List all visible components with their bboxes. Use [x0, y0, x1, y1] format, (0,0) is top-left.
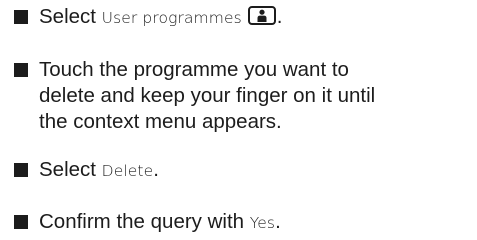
step-4-prefix: Confirm the query with	[39, 210, 250, 233]
step-2-text: Touch the programme you want to delete a…	[39, 57, 375, 135]
bullet-marker	[14, 10, 28, 24]
user-icon	[247, 6, 276, 25]
step-3-text: Select Delete.	[39, 157, 159, 184]
bullet-marker	[14, 163, 28, 177]
bullet-marker	[14, 63, 28, 77]
step-2-line-2: delete and keep your finger on it until	[39, 84, 376, 107]
step-1-suffix: .	[276, 5, 283, 28]
step-3-prefix: Select	[39, 158, 102, 181]
step-3-suffix: .	[153, 158, 159, 181]
step-1-text: Select User programmes.	[39, 4, 282, 31]
bullet-marker	[14, 215, 28, 229]
step-2-line-3: the context menu appears.	[39, 110, 282, 133]
step-4-text: Confirm the query with Yes.	[39, 209, 281, 236]
step-3: Select Delete.	[14, 157, 159, 184]
step-2-line-1: Touch the programme you want to	[39, 58, 349, 81]
step-1: Select User programmes.	[14, 4, 282, 31]
step-1-prefix: Select	[39, 5, 102, 28]
user-programmes-term: User programmes	[101, 9, 242, 27]
delete-term: Delete	[101, 162, 154, 180]
step-2: Touch the programme you want to delete a…	[14, 57, 375, 135]
yes-term: Yes	[249, 214, 276, 232]
step-4: Confirm the query with Yes.	[14, 209, 281, 236]
step-4-suffix: .	[275, 210, 281, 233]
